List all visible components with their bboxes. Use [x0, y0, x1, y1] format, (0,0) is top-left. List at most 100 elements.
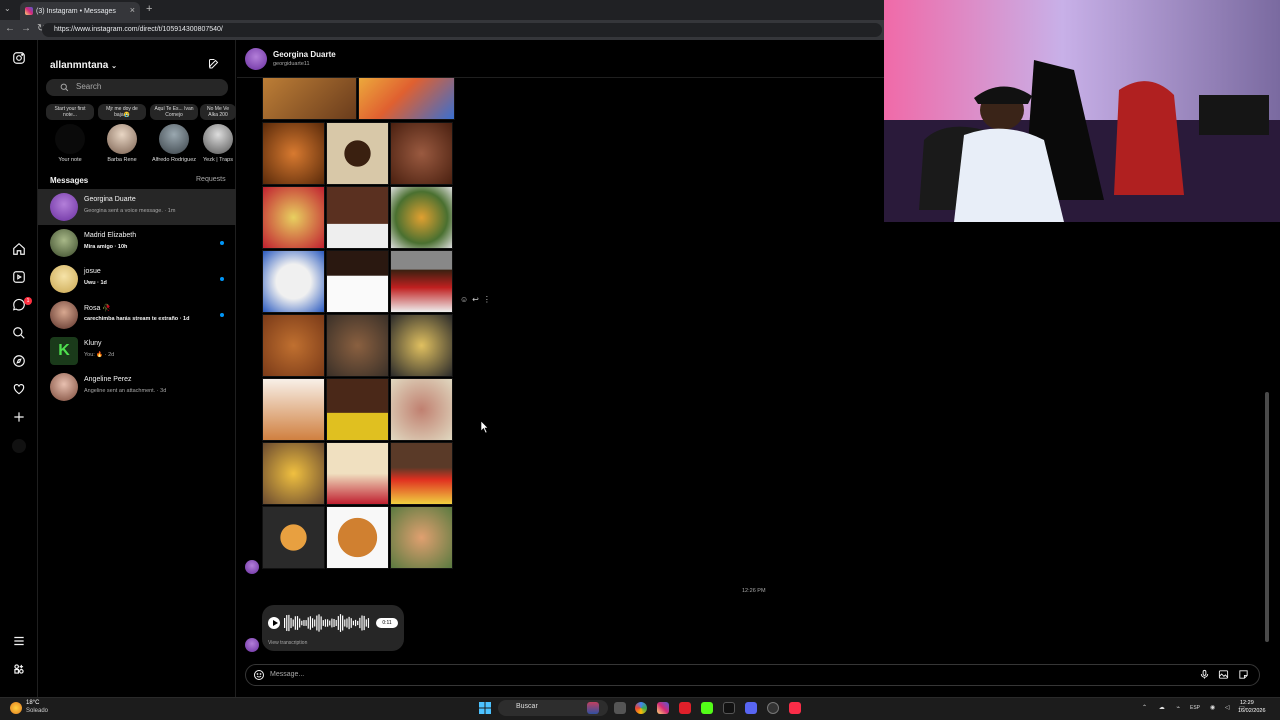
food-photo[interactable]	[390, 250, 453, 313]
food-photo[interactable]	[326, 186, 389, 249]
view-transcription-link[interactable]: View transcription	[268, 640, 307, 646]
language-indicator[interactable]: ESP	[1190, 705, 1200, 711]
food-photo[interactable]	[326, 250, 389, 313]
heart-icon[interactable]	[11, 382, 27, 398]
windows-start-icon[interactable]	[479, 702, 491, 714]
waveform-bar	[292, 619, 294, 627]
waveform-bar	[322, 620, 324, 626]
conversation-item-rosa[interactable]: Rosa 🥀 carechimba harás stream te extraño…	[38, 297, 236, 333]
food-photo[interactable]	[326, 314, 389, 377]
file-explorer-icon[interactable]	[614, 702, 626, 714]
waveform-bar	[365, 619, 367, 627]
unread-dot	[220, 313, 224, 317]
waveform-bar	[299, 618, 301, 628]
food-photo[interactable]	[326, 506, 389, 569]
waveform-bar	[286, 615, 288, 631]
play-icon[interactable]	[268, 617, 280, 629]
food-photo[interactable]	[326, 442, 389, 505]
url-field[interactable]: https://www.instagram.com/direct/t/10591…	[42, 23, 882, 37]
clock-date[interactable]: 16/02/2026	[1238, 708, 1266, 714]
requests-link[interactable]: Requests	[196, 176, 226, 183]
note-item[interactable]: Mjr me doy de baja😭 Barba Rene	[98, 103, 146, 163]
food-photo[interactable]	[262, 186, 325, 249]
food-photo[interactable]	[262, 506, 325, 569]
reply-icon[interactable]: ↩	[472, 295, 483, 304]
food-photo[interactable]	[326, 122, 389, 185]
message-input[interactable]: Message...	[270, 671, 304, 678]
food-photo[interactable]	[262, 78, 357, 120]
conversation-item-angeline[interactable]: Angeline Perez Angeline sent an attachmen…	[38, 369, 236, 405]
weather-temp: 18°C	[26, 700, 40, 706]
youtube-icon[interactable]	[679, 702, 691, 714]
message-actions[interactable]: ☺↩⋮	[460, 295, 495, 304]
search-icon[interactable]	[11, 326, 27, 342]
clock-time[interactable]: 12:29	[1240, 700, 1254, 706]
food-photo[interactable]	[262, 378, 325, 441]
reels-icon[interactable]	[11, 270, 27, 286]
food-photo[interactable]	[390, 442, 453, 505]
profile-avatar-icon[interactable]	[11, 438, 27, 454]
note-item[interactable]: No Me Ve Alka 200 Yezk | Traps	[200, 103, 236, 163]
scrollbar[interactable]	[1265, 392, 1269, 642]
food-photo[interactable]	[326, 378, 389, 441]
react-icon[interactable]: ☺	[460, 295, 472, 304]
tab-list-chevron-icon[interactable]: ⌄	[4, 4, 11, 13]
contact-name[interactable]: Georgina Duarte	[273, 50, 336, 59]
image-icon[interactable]	[1218, 669, 1229, 680]
search-input[interactable]: Search	[46, 79, 228, 96]
meta-icon[interactable]	[11, 662, 27, 678]
kick-icon[interactable]	[701, 702, 713, 714]
food-photo[interactable]	[358, 78, 455, 120]
new-tab-button[interactable]: +	[146, 3, 152, 15]
browser-tab[interactable]: (3) Instagram • Messages ×	[20, 2, 140, 20]
sticker-icon[interactable]	[1238, 669, 1249, 680]
waveform-bar	[344, 619, 346, 627]
close-tab-icon[interactable]: ×	[130, 5, 135, 15]
conversation-item-kluny[interactable]: K Kluny You: 🔥 · 2d	[38, 333, 236, 369]
waveform-bar	[331, 618, 333, 628]
food-photo[interactable]	[262, 122, 325, 185]
chrome-icon[interactable]	[635, 702, 647, 714]
emoji-icon[interactable]	[253, 669, 265, 681]
compose-icon[interactable]	[208, 58, 220, 70]
message-composer[interactable]	[245, 664, 1260, 686]
food-photo[interactable]	[390, 314, 453, 377]
food-photo[interactable]	[390, 186, 453, 249]
note-bubble: No Me Ve Alka 200	[200, 104, 236, 120]
note-item[interactable]: Aquí Te Es... Ivan Cornejo Alfredo Rodrig…	[150, 103, 198, 163]
food-photo[interactable]	[390, 506, 453, 569]
waveform-bar	[296, 616, 299, 630]
discord-icon[interactable]	[745, 702, 757, 714]
instagram-app-icon[interactable]	[657, 702, 669, 714]
food-photo[interactable]	[262, 442, 325, 505]
waveform[interactable]	[284, 612, 370, 634]
conversation-name: Angeline Perez	[84, 376, 132, 383]
avatar	[50, 265, 78, 293]
conversation-item-josue[interactable]: josue Uwu · 1d	[38, 261, 236, 297]
food-photo[interactable]	[262, 250, 325, 313]
system-tray-icons[interactable]: ⌃ ☁ ⌁	[1142, 704, 1185, 711]
conversation-item-madrid[interactable]: Madrid Elizabeth Mira amigo · 10h	[38, 225, 236, 261]
food-photo[interactable]	[390, 378, 453, 441]
food-photo[interactable]	[262, 314, 325, 377]
flag-app-icon[interactable]	[587, 702, 599, 714]
settings-icon[interactable]	[767, 702, 779, 714]
microphone-icon[interactable]	[1199, 669, 1210, 680]
waveform-bar	[363, 615, 365, 631]
food-photo[interactable]	[390, 122, 453, 185]
waveform-bar	[335, 619, 337, 627]
conversation-item-georgina[interactable]: Georgina Duarte Georgina sent a voice mes…	[38, 189, 236, 225]
create-icon[interactable]	[11, 410, 27, 426]
instagram-icon[interactable]	[11, 51, 27, 67]
account-switcher[interactable]: allanmntana ⌄	[50, 60, 117, 71]
contact-avatar[interactable]	[245, 48, 267, 70]
more-icon[interactable]: ⋮	[483, 295, 495, 304]
conversation-preview: carechimba harás stream te extraño · 1d	[84, 316, 190, 322]
weather-icon[interactable]	[10, 702, 22, 714]
explore-icon[interactable]	[11, 354, 27, 370]
tiktok-icon[interactable]	[723, 702, 735, 714]
music-app-icon[interactable]	[789, 702, 801, 714]
home-icon[interactable]	[11, 242, 27, 258]
menu-icon[interactable]	[11, 634, 27, 650]
note-item-your-note[interactable]: Start your first note... Your note	[46, 103, 94, 163]
